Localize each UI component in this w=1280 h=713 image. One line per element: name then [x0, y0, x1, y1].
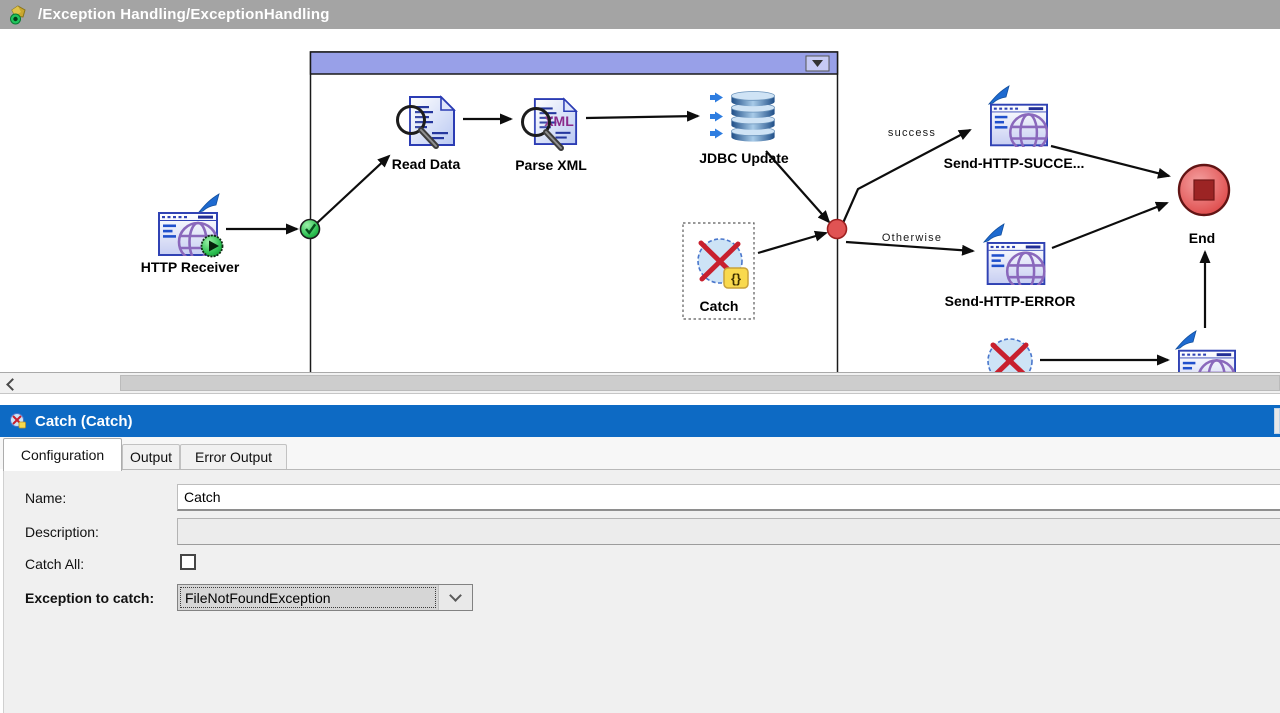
node-label-read-data: Read Data: [392, 156, 461, 172]
node-label-parse-xml: Parse XML: [515, 157, 587, 173]
process-titlebar: /Exception Handling/ExceptionHandling: [0, 0, 1280, 29]
catch-all-checkbox[interactable]: [180, 554, 196, 570]
group-end-port[interactable]: [828, 220, 847, 239]
process-icon: [8, 4, 30, 26]
catch-mini-icon: [9, 412, 27, 430]
exception-dropdown-value: FileNotFoundException: [180, 587, 436, 608]
design-canvas[interactable]: XML: [0, 29, 1280, 372]
node-label-http-receiver: HTTP Receiver: [141, 259, 240, 275]
description-input[interactable]: [177, 518, 1280, 545]
transition-label-success: success: [888, 127, 936, 139]
properties-title: Catch (Catch): [35, 413, 133, 430]
svg-text:{}: {}: [731, 271, 741, 286]
tab-configuration[interactable]: Configuration: [3, 438, 122, 471]
group-collapse-button[interactable]: [806, 56, 829, 71]
tab-error-output[interactable]: Error Output: [180, 444, 287, 469]
browser-globe-icon: [991, 105, 1047, 151]
properties-corner-button[interactable]: [1274, 408, 1280, 434]
node-send-bottom[interactable]: [1176, 331, 1235, 372]
transition-line: [317, 156, 389, 223]
transition-success: [843, 130, 970, 223]
transition-label-otherwise: Otherwise: [882, 232, 942, 244]
tab-output[interactable]: Output: [122, 444, 180, 469]
browser-globe-icon: [1179, 351, 1235, 372]
browser-globe-icon: [988, 243, 1045, 290]
flag-icon: [989, 86, 1009, 104]
braces-badge-icon: {}: [724, 268, 748, 288]
process-path: /Exception Handling/ExceptionHandling: [38, 6, 330, 23]
db-input-arrows-icon: [710, 93, 723, 139]
stop-square-icon: [1194, 180, 1214, 200]
transition-line: [1052, 203, 1167, 248]
node-end[interactable]: [1179, 165, 1229, 215]
horizontal-scrollbar[interactable]: [0, 372, 1280, 394]
node-label-send-http-success: Send-HTTP-SUCCE...: [944, 155, 1085, 171]
app-window: /Exception Handling/ExceptionHandling: [0, 0, 1280, 713]
flag-icon: [1176, 331, 1196, 349]
name-input[interactable]: [177, 484, 1280, 511]
group-header[interactable]: [311, 52, 838, 74]
catch-all-label: Catch All:: [25, 556, 84, 572]
name-label: Name:: [25, 490, 66, 506]
node-label-jdbc-update: JDBC Update: [699, 150, 789, 166]
exception-to-catch-label: Exception to catch:: [25, 590, 154, 606]
properties-titlebar: Catch (Catch): [0, 405, 1280, 437]
node-parse-xml[interactable]: XML: [523, 99, 577, 148]
properties-tabstrip: Configuration Output Error Output: [0, 437, 1280, 469]
transition-line: [758, 233, 826, 253]
node-send-http-error[interactable]: [984, 224, 1044, 290]
database-icon: [731, 91, 774, 141]
node-jdbc-update[interactable]: [710, 91, 775, 141]
exception-dropdown[interactable]: FileNotFoundException: [177, 584, 473, 611]
node-label-end: End: [1189, 230, 1215, 246]
group-start-port[interactable]: [301, 220, 320, 239]
transition-line: [586, 116, 698, 118]
node-send-http-success[interactable]: [989, 86, 1047, 151]
node-label-send-http-error: Send-HTTP-ERROR: [945, 293, 1076, 309]
node-label-catch: Catch: [700, 298, 739, 314]
node-read-data[interactable]: [398, 97, 455, 146]
flag-icon: [199, 194, 219, 212]
exception-dropdown-button[interactable]: [438, 585, 472, 610]
node-http-receiver[interactable]: [159, 194, 223, 261]
scrollbar-thumb[interactable]: [120, 375, 1280, 391]
play-badge-icon: [202, 236, 223, 257]
process-diagram: XML: [0, 29, 1280, 372]
flag-icon: [984, 224, 1004, 242]
description-label: Description:: [25, 524, 99, 540]
chevron-down-icon: [449, 589, 462, 602]
scroll-left-icon[interactable]: [6, 378, 19, 391]
node-catch-bottom[interactable]: [988, 339, 1032, 372]
